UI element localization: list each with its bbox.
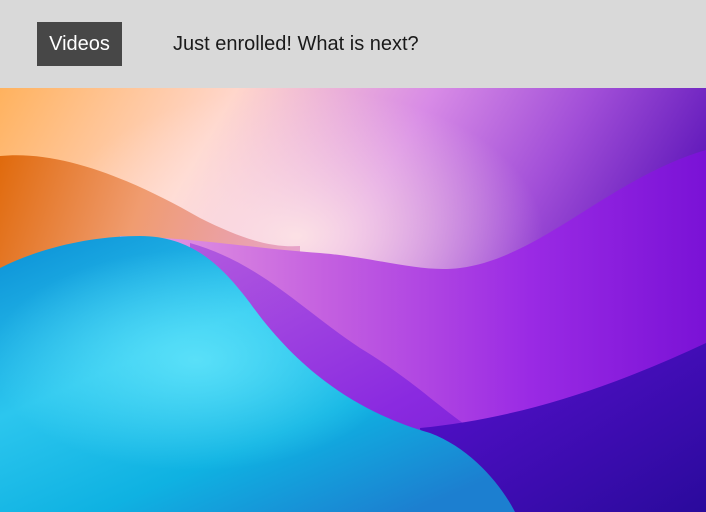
videos-button[interactable]: Videos [37,22,122,66]
page-headline: Just enrolled! What is next? [173,33,419,55]
hero-wallpaper-image [0,88,706,512]
abstract-wave-wallpaper-icon [0,88,706,512]
top-bar: Videos Just enrolled! What is next? [0,0,706,88]
